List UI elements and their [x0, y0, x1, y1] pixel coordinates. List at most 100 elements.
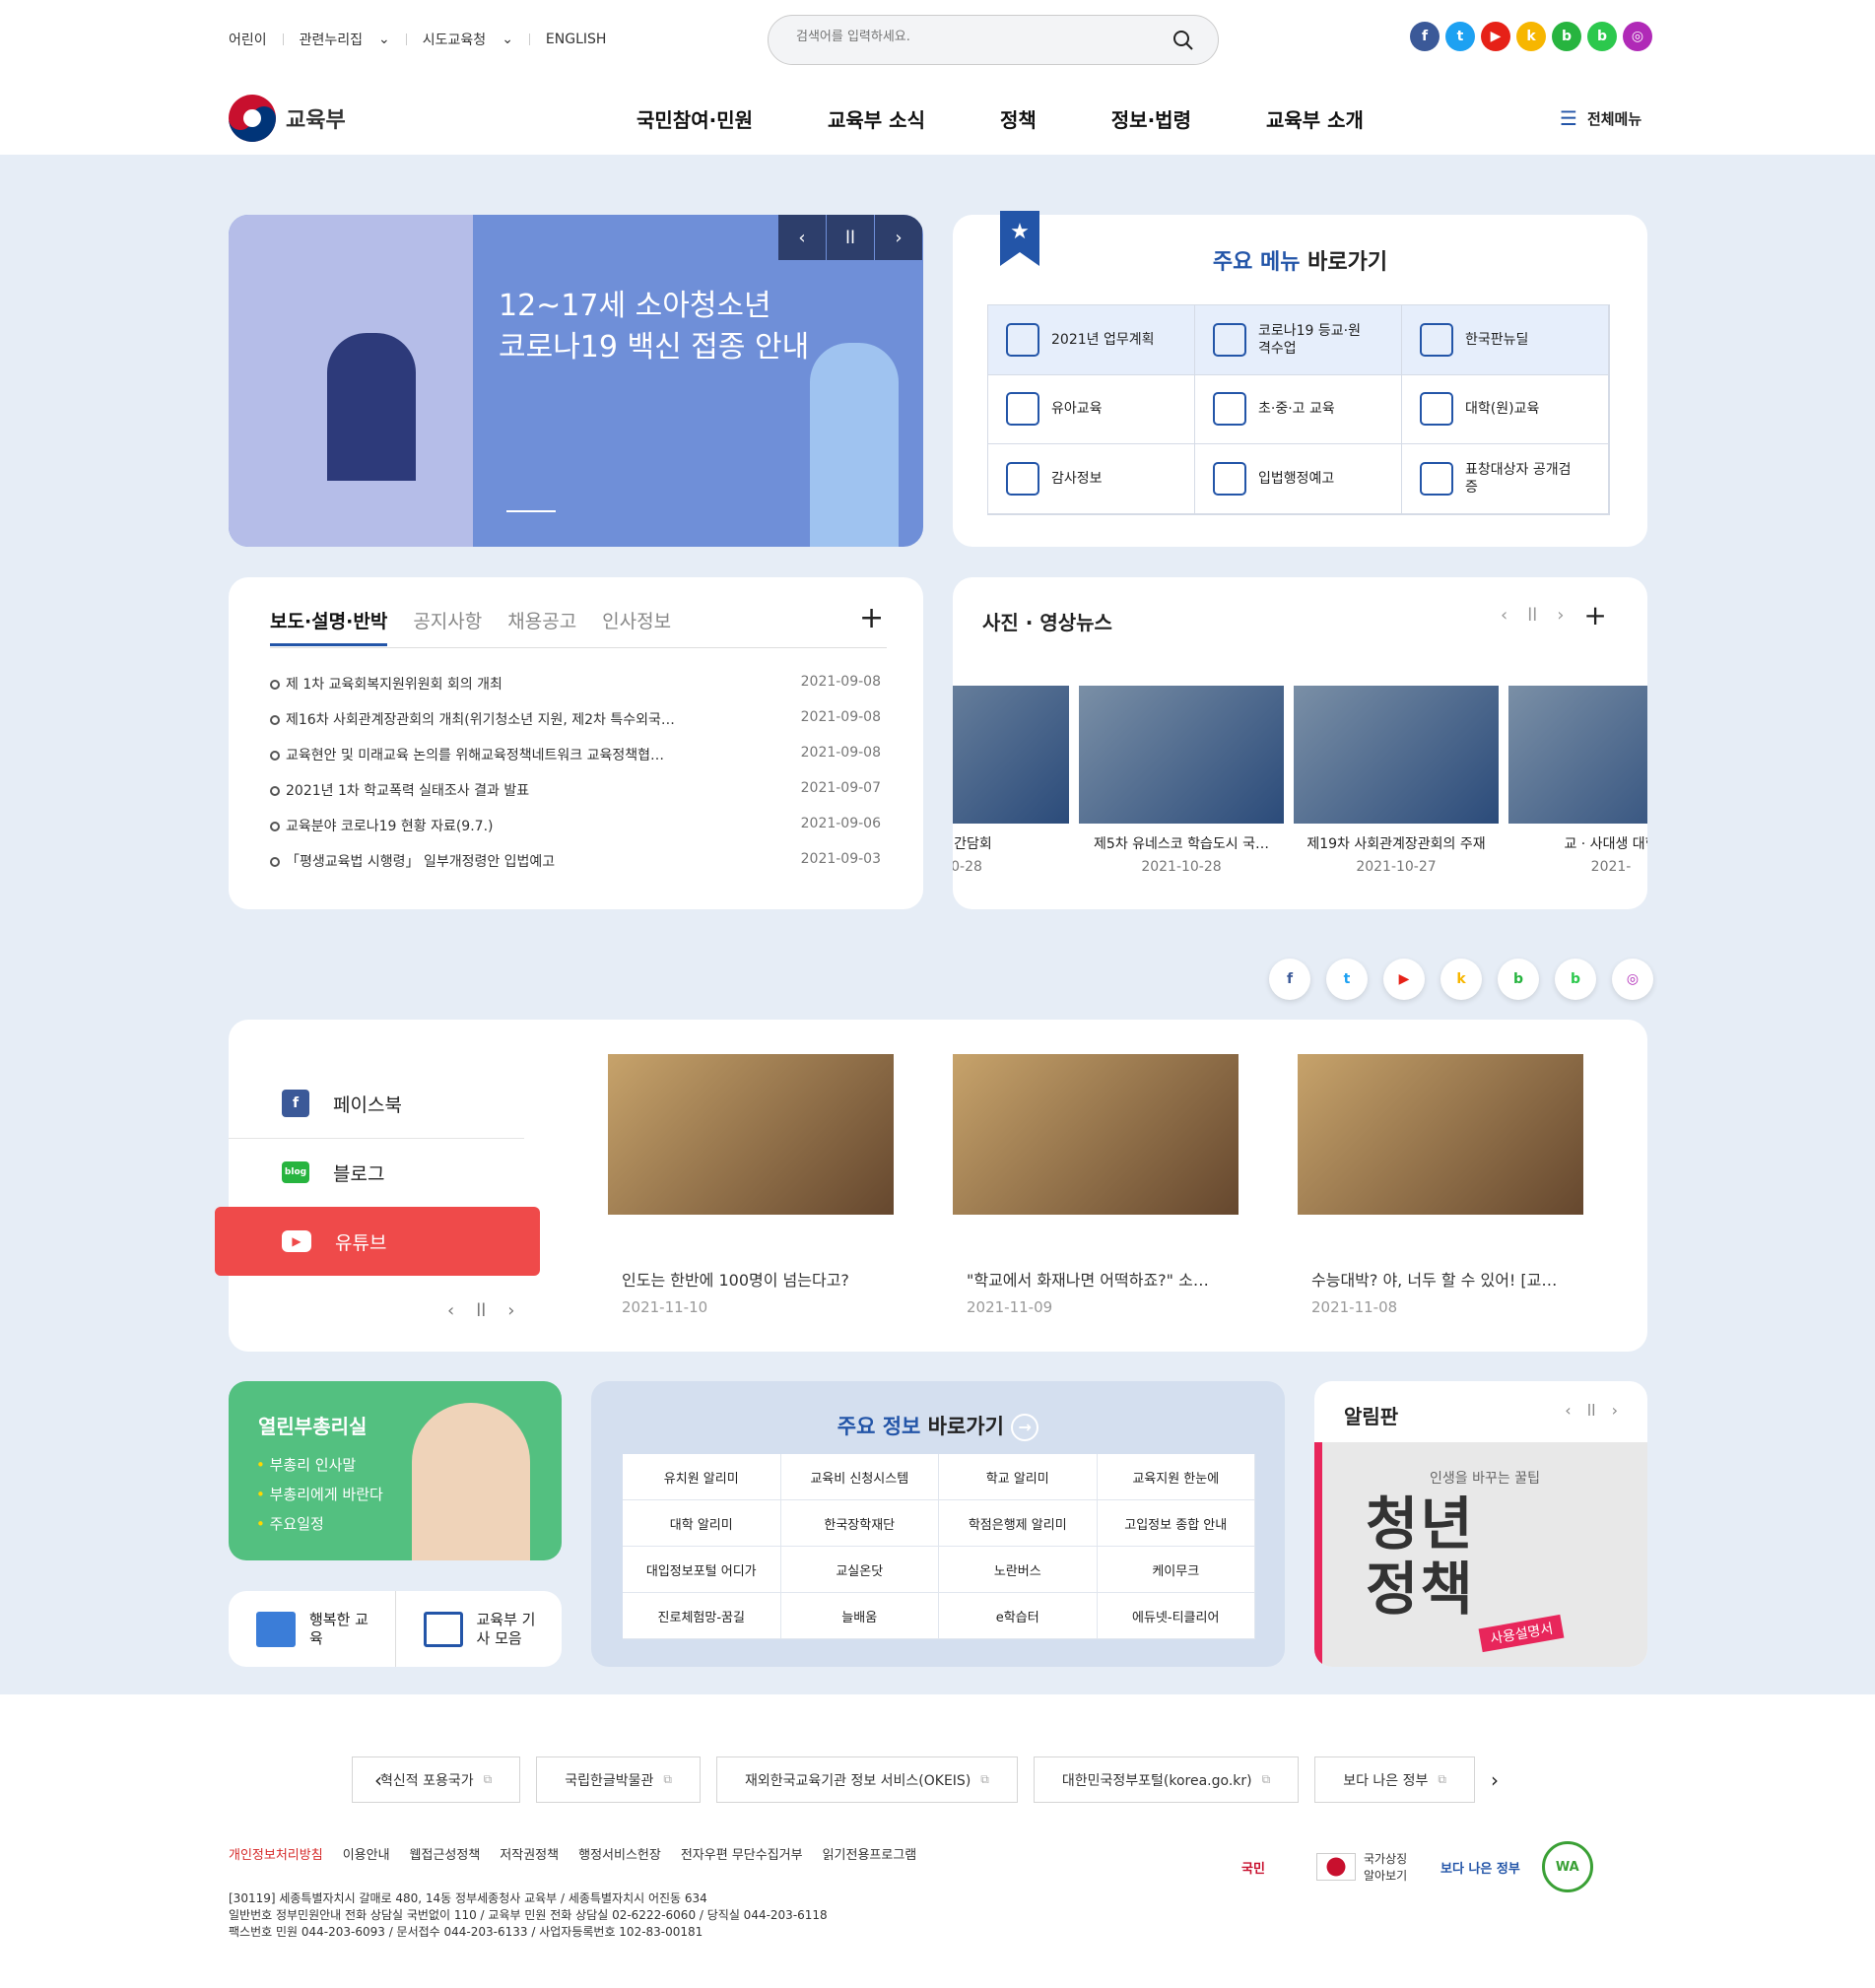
quick-menu-item[interactable]: 감사정보	[988, 444, 1195, 514]
pause-icon[interactable]: ll	[476, 1300, 486, 1321]
better-gov-logo[interactable]: 보다 나은 정부	[1440, 1841, 1520, 1892]
main-info-link[interactable]: 대입정보포털 어디가	[623, 1547, 781, 1593]
photo-item[interactable]: 교 · 사대생 대학 2021-	[1508, 686, 1647, 875]
tab-facebook[interactable]: f 페이스북	[229, 1069, 539, 1138]
twitter-icon[interactable]: t	[1326, 959, 1368, 1000]
instagram-icon[interactable]: ◎	[1623, 22, 1652, 51]
korea-slogan-logo[interactable]: 국민	[1212, 1841, 1295, 1892]
deputy-pm-card[interactable]: 열린부총리실 부총리 인사말 부총리에게 바란다 주요일정	[229, 1381, 562, 1560]
main-info-link[interactable]: 늘배움	[780, 1593, 939, 1639]
main-info-link[interactable]: e학습터	[939, 1593, 1098, 1639]
main-info-link[interactable]: 에듀넷-티클리어	[1097, 1593, 1255, 1639]
chevron-down-icon[interactable]: ⌄	[502, 32, 513, 47]
quick-menu-item[interactable]: 대학(원)교육	[1402, 374, 1609, 445]
main-info-link[interactable]: 대학 알리미	[623, 1500, 781, 1547]
chevron-down-icon[interactable]: ⌄	[378, 32, 390, 47]
next-icon[interactable]: ›	[507, 1300, 514, 1321]
band-icon[interactable]: b	[1587, 22, 1617, 51]
happy-education-link[interactable]: 행복한 교육	[229, 1591, 395, 1667]
nav-about[interactable]: 교육부 소개	[1266, 104, 1364, 133]
video-item[interactable]: "학교에서 화재나면 어떡하죠?" 소… 2021-11-09	[953, 1054, 1239, 1316]
notice-item[interactable]: 교육현안 및 미래교육 논의를 위해교육정책네트워크 교육정책협… 2021-09…	[270, 745, 881, 780]
pm-schedule-link[interactable]: 주요일정	[256, 1509, 383, 1539]
youth-policy-banner[interactable]: 인생을 바꾸는 꿀팁 청년 정책 사용설명서	[1314, 1442, 1647, 1667]
prev-icon[interactable]: ‹	[1565, 1401, 1571, 1420]
youtube-icon[interactable]: ▶	[1383, 959, 1425, 1000]
notice-item[interactable]: 제 1차 교육회복지원위원회 회의 개최 2021-09-08	[270, 674, 881, 709]
search-icon[interactable]	[1172, 30, 1194, 51]
facebook-icon[interactable]: f	[1269, 959, 1310, 1000]
quick-menu-item[interactable]: 한국판뉴딜	[1402, 305, 1609, 375]
national-symbol-link[interactable]: 국가상징 알아보기	[1316, 1841, 1419, 1892]
tab-press[interactable]: 보도·설명·반박	[270, 607, 388, 646]
notice-item[interactable]: 교육분야 코로나19 현황 자료(9.7.) 2021-09-06	[270, 816, 881, 851]
main-info-link[interactable]: 한국장학재단	[780, 1500, 939, 1547]
photo-item[interactable]: 제5차 유네스코 학습도시 국… 2021-10-28	[1079, 686, 1284, 875]
video-item[interactable]: 수능대박? 야, 너두 할 수 있어! [교… 2021-11-08	[1298, 1054, 1583, 1316]
util-english-link[interactable]: ENGLISH	[546, 32, 607, 47]
nav-policy[interactable]: 정책	[1000, 104, 1037, 133]
quick-menu-item[interactable]: 코로나19 등교·원격수업	[1195, 305, 1402, 375]
footer-menu-link[interactable]: 이용안내	[343, 1844, 390, 1863]
nav-participation[interactable]: 국민참여·민원	[636, 104, 753, 133]
twitter-icon[interactable]: t	[1445, 22, 1475, 51]
main-info-link[interactable]: 학점은행제 알리미	[939, 1500, 1098, 1547]
related-site-link[interactable]: 보다 나은 정부 ⧉	[1314, 1756, 1475, 1803]
footer-menu-link[interactable]: 읽기전용프로그램	[823, 1844, 917, 1863]
footer-menu-link[interactable]: 개인정보처리방침	[229, 1844, 323, 1863]
pm-greeting-link[interactable]: 부총리 인사말	[256, 1450, 383, 1480]
quick-menu-item[interactable]: 2021년 업무계획	[988, 305, 1195, 375]
kakao-icon[interactable]: k	[1516, 22, 1546, 51]
quick-menu-item[interactable]: 초·중·고 교육	[1195, 374, 1402, 445]
next-icon[interactable]: ›	[875, 215, 922, 260]
arrow-right-icon[interactable]	[506, 510, 556, 512]
footer-menu-link[interactable]: 저작권정책	[500, 1844, 559, 1863]
notice-item[interactable]: 2021년 1차 학교폭력 실태조사 결과 발표 2021-09-07	[270, 780, 881, 816]
main-info-link[interactable]: 교실온닷	[780, 1547, 939, 1593]
util-related-sites[interactable]: 관련누리집	[300, 30, 363, 49]
logo[interactable]: 교육부	[229, 95, 346, 142]
main-info-link[interactable]: 노란버스	[939, 1547, 1098, 1593]
pm-request-link[interactable]: 부총리에게 바란다	[256, 1480, 383, 1509]
tab-recruit[interactable]: 채용공고	[507, 607, 576, 646]
pause-icon[interactable]: ll	[1587, 1401, 1596, 1420]
util-provincial-offices[interactable]: 시도교육청	[423, 30, 486, 49]
blog-icon[interactable]: b	[1552, 22, 1581, 51]
main-info-link[interactable]: 고입정보 종합 안내	[1097, 1500, 1255, 1547]
prev-icon[interactable]: ‹	[1501, 605, 1507, 631]
related-site-link[interactable]: 재외한국교육기관 정보 서비스(OKEIS) ⧉	[715, 1756, 1018, 1803]
plus-icon[interactable]: +	[1583, 599, 1606, 631]
articles-link[interactable]: 교육부 기사 모음	[394, 1591, 563, 1667]
search-input[interactable]	[796, 30, 1151, 44]
nav-info-law[interactable]: 정보·법령	[1111, 104, 1191, 133]
next-icon[interactable]: ›	[1612, 1401, 1618, 1420]
prev-icon[interactable]: ‹	[447, 1300, 454, 1321]
notice-item[interactable]: 제16차 사회관계장관회의 개최(위기청소년 지원, 제2차 특수외국… 2021…	[270, 709, 881, 745]
notice-item[interactable]: 「평생교육법 시행령」 일부개정령안 입법예고 2021-09-03	[270, 851, 881, 887]
main-info-link[interactable]: 학교 알리미	[939, 1454, 1098, 1500]
all-menu-button[interactable]: ☰ 전체메뉴	[1560, 106, 1641, 130]
main-info-link[interactable]: 유치원 알리미	[623, 1454, 781, 1500]
footer-menu-link[interactable]: 행정서비스헌장	[578, 1844, 661, 1863]
band-icon[interactable]: b	[1555, 959, 1596, 1000]
main-banner[interactable]: 12~17세 소아청소년 코로나19 백신 접종 안내 ‹ ll ›	[229, 215, 923, 547]
plus-icon[interactable]: +	[859, 601, 884, 635]
tab-personnel[interactable]: 인사정보	[602, 607, 671, 646]
related-site-link[interactable]: 대한민국정부포털(korea.go.kr) ⧉	[1033, 1756, 1300, 1803]
next-icon[interactable]: ›	[1557, 605, 1564, 631]
quick-menu-item[interactable]: 유아교육	[988, 374, 1195, 445]
main-info-link[interactable]: 케이무크	[1097, 1547, 1255, 1593]
footer-menu-link[interactable]: 전자우편 무단수집거부	[681, 1844, 803, 1863]
arrow-circle-icon[interactable]: →	[1011, 1414, 1039, 1441]
facebook-icon[interactable]: f	[1410, 22, 1440, 51]
util-kids-link[interactable]: 어린이	[229, 30, 267, 49]
youtube-icon[interactable]: ▶	[1481, 22, 1510, 51]
instagram-icon[interactable]: ◎	[1612, 959, 1653, 1000]
tab-blog[interactable]: blog 블로그	[229, 1138, 539, 1207]
main-info-link[interactable]: 교육지원 한눈에	[1097, 1454, 1255, 1500]
nav-news[interactable]: 교육부 소식	[828, 104, 925, 133]
blog-icon[interactable]: b	[1498, 959, 1539, 1000]
kakao-icon[interactable]: k	[1440, 959, 1482, 1000]
photo-item[interactable]: 제19차 사회관계장관회의 주재 2021-10-27	[1294, 686, 1499, 875]
main-info-link[interactable]: 교육비 신청시스템	[780, 1454, 939, 1500]
